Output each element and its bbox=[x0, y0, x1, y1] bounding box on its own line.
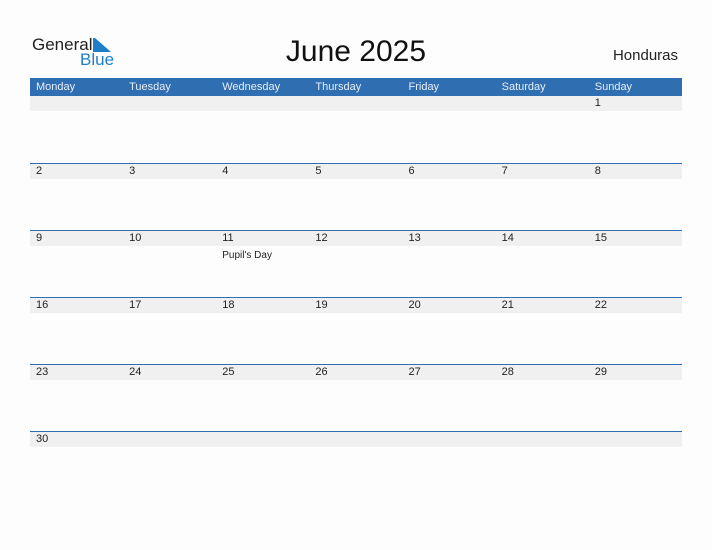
week-cells: 9 10 11 Pupil's Day 12 13 14 15 bbox=[30, 231, 682, 263]
week-cells: 23 24 25 26 27 28 29 bbox=[30, 365, 682, 380]
weekday-wednesday: Wednesday bbox=[222, 81, 281, 93]
day-number: 20 bbox=[408, 299, 421, 311]
day-number: 13 bbox=[408, 232, 421, 244]
day-cell: 8 bbox=[589, 164, 682, 179]
calendar-grid: Monday Tuesday Wednesday Thursday Friday… bbox=[30, 78, 682, 498]
day-number: 7 bbox=[501, 165, 508, 177]
day-cell: 16 bbox=[30, 298, 123, 313]
day-cell: 28 bbox=[496, 365, 589, 380]
day-number: 10 bbox=[129, 232, 142, 244]
day-cell bbox=[216, 432, 309, 447]
day-cell: 14 bbox=[496, 231, 589, 263]
day-cell: 4 bbox=[216, 164, 309, 179]
day-cell: 15 bbox=[589, 231, 682, 263]
day-number: 8 bbox=[594, 165, 601, 177]
day-number: 30 bbox=[36, 433, 49, 445]
day-number: 6 bbox=[408, 165, 415, 177]
day-number: 4 bbox=[222, 165, 229, 177]
day-cell: 3 bbox=[123, 164, 216, 179]
day-number: 26 bbox=[315, 366, 328, 378]
week-cells: 2 3 4 5 6 7 8 bbox=[30, 164, 682, 179]
day-number: 2 bbox=[36, 165, 43, 177]
day-cell: 30 bbox=[30, 432, 123, 447]
day-cell: 27 bbox=[403, 365, 496, 380]
day-number: 1 bbox=[594, 97, 601, 109]
weekday-tuesday: Tuesday bbox=[129, 81, 171, 93]
day-cell bbox=[403, 432, 496, 447]
day-number: 25 bbox=[222, 366, 235, 378]
day-cell: 9 bbox=[30, 231, 123, 263]
day-cell: 19 bbox=[309, 298, 402, 313]
day-number: 22 bbox=[594, 299, 607, 311]
week-row: 23 24 25 26 27 28 29 bbox=[30, 364, 682, 431]
day-cell: 12 bbox=[309, 231, 402, 263]
week-row: 16 17 18 19 20 21 22 bbox=[30, 297, 682, 364]
day-cell: 20 bbox=[403, 298, 496, 313]
week-row: 2 3 4 5 6 7 8 bbox=[30, 163, 682, 230]
day-number: 15 bbox=[594, 232, 607, 244]
day-number: 17 bbox=[129, 299, 142, 311]
day-cell: 21 bbox=[496, 298, 589, 313]
day-cell bbox=[123, 96, 216, 111]
day-number: 23 bbox=[36, 366, 49, 378]
day-number: 27 bbox=[408, 366, 421, 378]
weekday-monday: Monday bbox=[36, 81, 76, 93]
day-number: 5 bbox=[315, 165, 322, 177]
weekday-header: Monday Tuesday Wednesday Thursday Friday… bbox=[30, 78, 682, 96]
day-number: 28 bbox=[501, 366, 514, 378]
day-cell bbox=[216, 96, 309, 111]
day-cell bbox=[496, 96, 589, 111]
weekday-friday: Friday bbox=[408, 81, 440, 93]
day-cell bbox=[496, 432, 589, 447]
day-number: 12 bbox=[315, 232, 328, 244]
week-row: 9 10 11 Pupil's Day 12 13 14 15 bbox=[30, 230, 682, 297]
day-number: 19 bbox=[315, 299, 328, 311]
week-cells: 16 17 18 19 20 21 22 bbox=[30, 298, 682, 313]
day-cell: 5 bbox=[309, 164, 402, 179]
day-cell: 24 bbox=[123, 365, 216, 380]
holiday-label: Pupil's Day bbox=[222, 250, 272, 261]
week-cells: 1 bbox=[30, 96, 682, 111]
day-number: 21 bbox=[501, 299, 514, 311]
day-number: 9 bbox=[36, 232, 43, 244]
weekday-saturday: Saturday bbox=[501, 81, 546, 93]
day-number: 14 bbox=[501, 232, 514, 244]
day-number: 3 bbox=[129, 165, 136, 177]
day-cell bbox=[30, 96, 123, 111]
day-cell: 2 bbox=[30, 164, 123, 179]
day-number: 11 bbox=[222, 232, 234, 244]
day-cell bbox=[309, 432, 402, 447]
day-cell: 13 bbox=[403, 231, 496, 263]
day-cell: 25 bbox=[216, 365, 309, 380]
day-number: 16 bbox=[36, 299, 49, 311]
day-cell: 6 bbox=[403, 164, 496, 179]
week-cells: 30 bbox=[30, 432, 682, 447]
day-cell: 7 bbox=[496, 164, 589, 179]
day-cell: 1 bbox=[589, 96, 682, 111]
day-cell: 11 Pupil's Day bbox=[216, 231, 309, 263]
day-cell bbox=[123, 432, 216, 447]
day-cell: 18 bbox=[216, 298, 309, 313]
day-cell: 22 bbox=[589, 298, 682, 313]
day-cell: 29 bbox=[589, 365, 682, 380]
day-number: 18 bbox=[222, 299, 235, 311]
weeks-container: 1 2 3 4 5 6 7 8 9 10 11 Pupil's Day 12 13 14 15 16 17 18 19… bbox=[30, 96, 682, 498]
week-row: 30 bbox=[30, 431, 682, 498]
day-cell: 17 bbox=[123, 298, 216, 313]
day-number: 29 bbox=[594, 366, 607, 378]
weekday-sunday: Sunday bbox=[594, 81, 633, 93]
day-cell bbox=[309, 96, 402, 111]
day-cell: 10 bbox=[123, 231, 216, 263]
country-label: Honduras bbox=[612, 47, 678, 64]
day-cell: 26 bbox=[309, 365, 402, 380]
day-cell bbox=[403, 96, 496, 111]
day-cell: 23 bbox=[30, 365, 123, 380]
weekday-thursday: Thursday bbox=[315, 81, 362, 93]
day-number: 24 bbox=[129, 366, 142, 378]
day-cell bbox=[589, 432, 682, 447]
calendar-title: June 2025 bbox=[285, 35, 427, 68]
week-row: 1 bbox=[30, 96, 682, 163]
